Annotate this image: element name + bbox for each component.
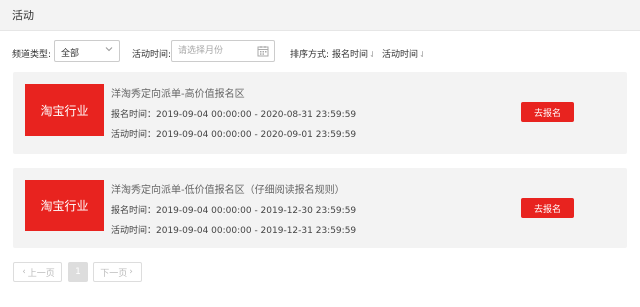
chevron-left-icon: ‹ [22, 267, 26, 277]
chevron-down-icon [105, 47, 113, 52]
sort-arrow-icon: ⇃ [369, 50, 376, 59]
activity-card: 淘宝行业 洋淘秀定向派单-低价值报名区（仔细阅读报名规则） 报名时间：2019-… [13, 168, 627, 248]
page-header: 活动 [0, 0, 640, 31]
channel-type-value: 全部 [61, 49, 80, 59]
calendar-icon[interactable] [257, 45, 269, 57]
channel-type-label: 频道类型: [12, 50, 52, 60]
activity-title[interactable]: 洋淘秀定向派单-低价值报名区（仔细阅读报名规则） [111, 181, 345, 196]
activity-title[interactable]: 洋淘秀定向派单-高价值报名区 [111, 85, 245, 100]
signup-button[interactable]: 去报名 [521, 198, 574, 218]
signup-button[interactable]: 去报名 [521, 102, 574, 122]
prev-page-button[interactable]: ‹ 上一页 [13, 262, 62, 282]
next-page-label: 下一页 [100, 268, 128, 279]
sort-label: 排序方式: [290, 50, 330, 60]
month-picker[interactable] [171, 40, 275, 62]
sort-by-signup-time[interactable]: 报名时间⇃ [332, 47, 376, 60]
sort-by-activity-time[interactable]: 活动时间⇃ [382, 47, 426, 60]
activity-time-label: 活动时间: [132, 50, 172, 60]
activity-period: 活动时间：2019-09-04 00:00:00 - 2019-12-31 23… [111, 226, 357, 236]
signup-period: 报名时间：2019-09-04 00:00:00 - 2019-12-30 23… [111, 206, 357, 216]
filter-bar: 频道类型: 全部 活动时间: 排序方式: 报名时间⇃ 活动时间⇃ [0, 38, 640, 66]
chevron-right-icon: › [129, 267, 133, 277]
activity-card: 淘宝行业 洋淘秀定向派单-高价值报名区 报名时间：2019-09-04 00:0… [13, 72, 627, 154]
prev-page-label: 上一页 [27, 268, 55, 279]
sort-arrow-icon: ⇃ [419, 50, 426, 59]
signup-period: 报名时间：2019-09-04 00:00:00 - 2020-08-31 23… [111, 110, 357, 120]
category-badge: 淘宝行业 [25, 84, 104, 136]
activity-period: 活动时间：2019-09-04 00:00:00 - 2020-09-01 23… [111, 130, 357, 140]
page-number-current[interactable]: 1 [68, 262, 88, 282]
next-page-button[interactable]: 下一页 › [93, 262, 142, 282]
month-input[interactable] [178, 44, 254, 58]
page-title: 活动 [12, 9, 34, 22]
sort-activity-time-label: 活动时间 [382, 50, 419, 60]
category-badge: 淘宝行业 [25, 180, 104, 231]
channel-type-select[interactable]: 全部 [54, 40, 120, 62]
sort-signup-time-label: 报名时间 [332, 50, 369, 60]
